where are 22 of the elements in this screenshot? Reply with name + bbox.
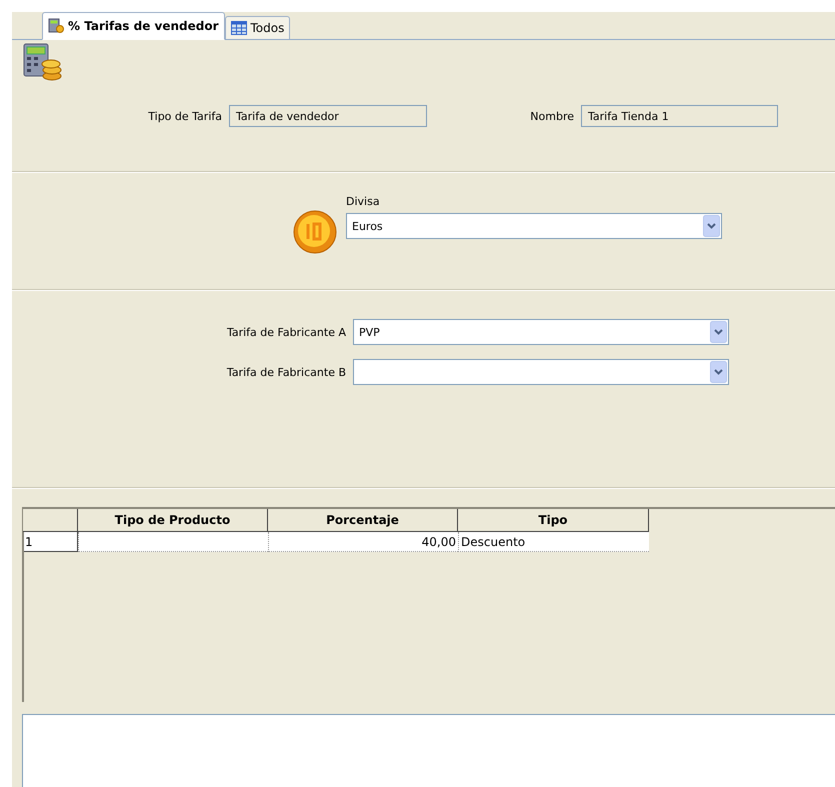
field-label: Tarifa de Fabricante B	[226, 366, 347, 378]
table-icon	[230, 21, 246, 35]
table-cell[interactable]: Descuento	[458, 532, 649, 552]
dropdown[interactable]: Euros	[346, 213, 722, 239]
dropdown[interactable]: PVP	[353, 319, 729, 345]
notes-field[interactable]	[22, 714, 835, 787]
row-number: 1	[24, 532, 78, 552]
field-label: Tipo de Tarifa	[147, 110, 223, 122]
text-field[interactable]: Tarifa Tienda 1	[581, 105, 778, 127]
table-cell[interactable]: 40,00	[268, 532, 458, 552]
tab[interactable]: Todos	[224, 16, 290, 39]
calculator-coins-icon	[22, 42, 62, 82]
dropdown[interactable]	[353, 359, 729, 385]
field-label: Nombre	[529, 110, 575, 122]
calculator-coins-icon	[48, 18, 64, 34]
column-header[interactable]: Tipo	[457, 509, 649, 532]
text-field[interactable]: Tarifa de vendedor	[229, 105, 427, 127]
table-cell[interactable]	[78, 532, 268, 552]
field-label: Tarifa de Fabricante A	[226, 326, 347, 338]
coin-icon	[292, 209, 338, 255]
field-label: Divisa	[346, 195, 381, 208]
tab[interactable]: % Tarifas de vendedor	[42, 12, 224, 40]
